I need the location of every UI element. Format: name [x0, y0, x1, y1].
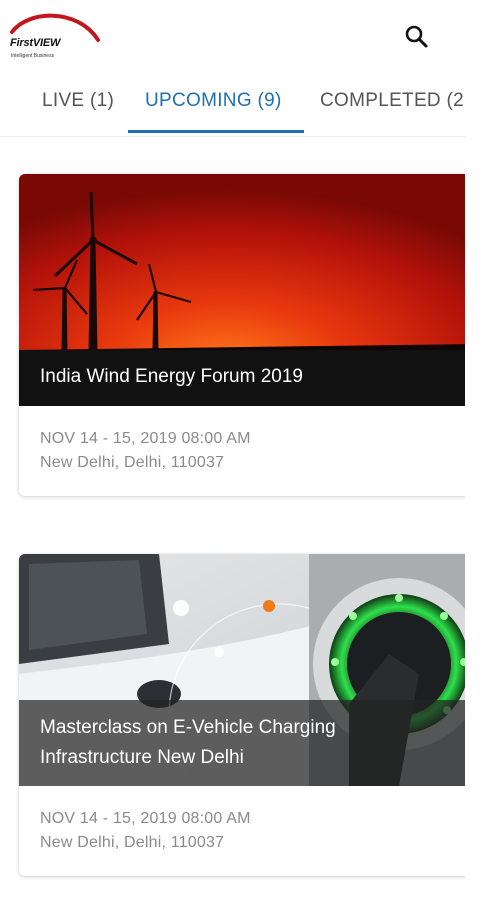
event-date: NOV 14 - 15, 2019 08:00 AM	[40, 810, 251, 827]
event-card[interactable]: India Wind Energy Forum 2019 NOV 14 - 15…	[19, 174, 479, 496]
search-button[interactable]	[402, 22, 432, 52]
content-clip-edge	[465, 80, 499, 900]
event-date: NOV 14 - 15, 2019 08:00 AM	[40, 430, 251, 447]
logo-tagline: Intelligent Business	[11, 53, 55, 59]
event-title: Masterclass on E-Vehicle Charging Infras…	[40, 713, 460, 773]
event-title-band: India Wind Energy Forum 2019	[19, 350, 479, 406]
event-image-ev-charger: Masterclass on E-Vehicle Charging Infras…	[19, 554, 479, 786]
event-image-wind-turbines: India Wind Energy Forum 2019	[19, 174, 479, 406]
event-title-line1: Masterclass on E-Vehicle Charging	[40, 717, 336, 738]
event-tabs: LIVE (1) UPCOMING (9) COMPLETED (2	[0, 80, 465, 137]
app-header: FirstVIEW Intelligent Business	[0, 0, 499, 80]
event-location: New Delhi, Delhi, 110037	[40, 834, 225, 851]
logo-name: FirstVIEW	[10, 37, 61, 49]
event-card[interactable]: Masterclass on E-Vehicle Charging Infras…	[19, 554, 479, 876]
event-title: India Wind Energy Forum 2019	[40, 366, 303, 387]
tab-completed[interactable]: COMPLETED (2	[320, 90, 464, 112]
event-location: New Delhi, Delhi, 110037	[40, 454, 225, 471]
firstview-logo: FirstVIEW Intelligent Business	[8, 10, 102, 60]
search-icon	[405, 25, 428, 48]
active-tab-indicator	[128, 130, 304, 133]
tab-live[interactable]: LIVE (1)	[42, 90, 114, 112]
event-title-line2: Infrastructure New Delhi	[40, 747, 244, 768]
tab-upcoming[interactable]: UPCOMING (9)	[145, 90, 282, 112]
event-title-band: Masterclass on E-Vehicle Charging Infras…	[19, 700, 479, 786]
